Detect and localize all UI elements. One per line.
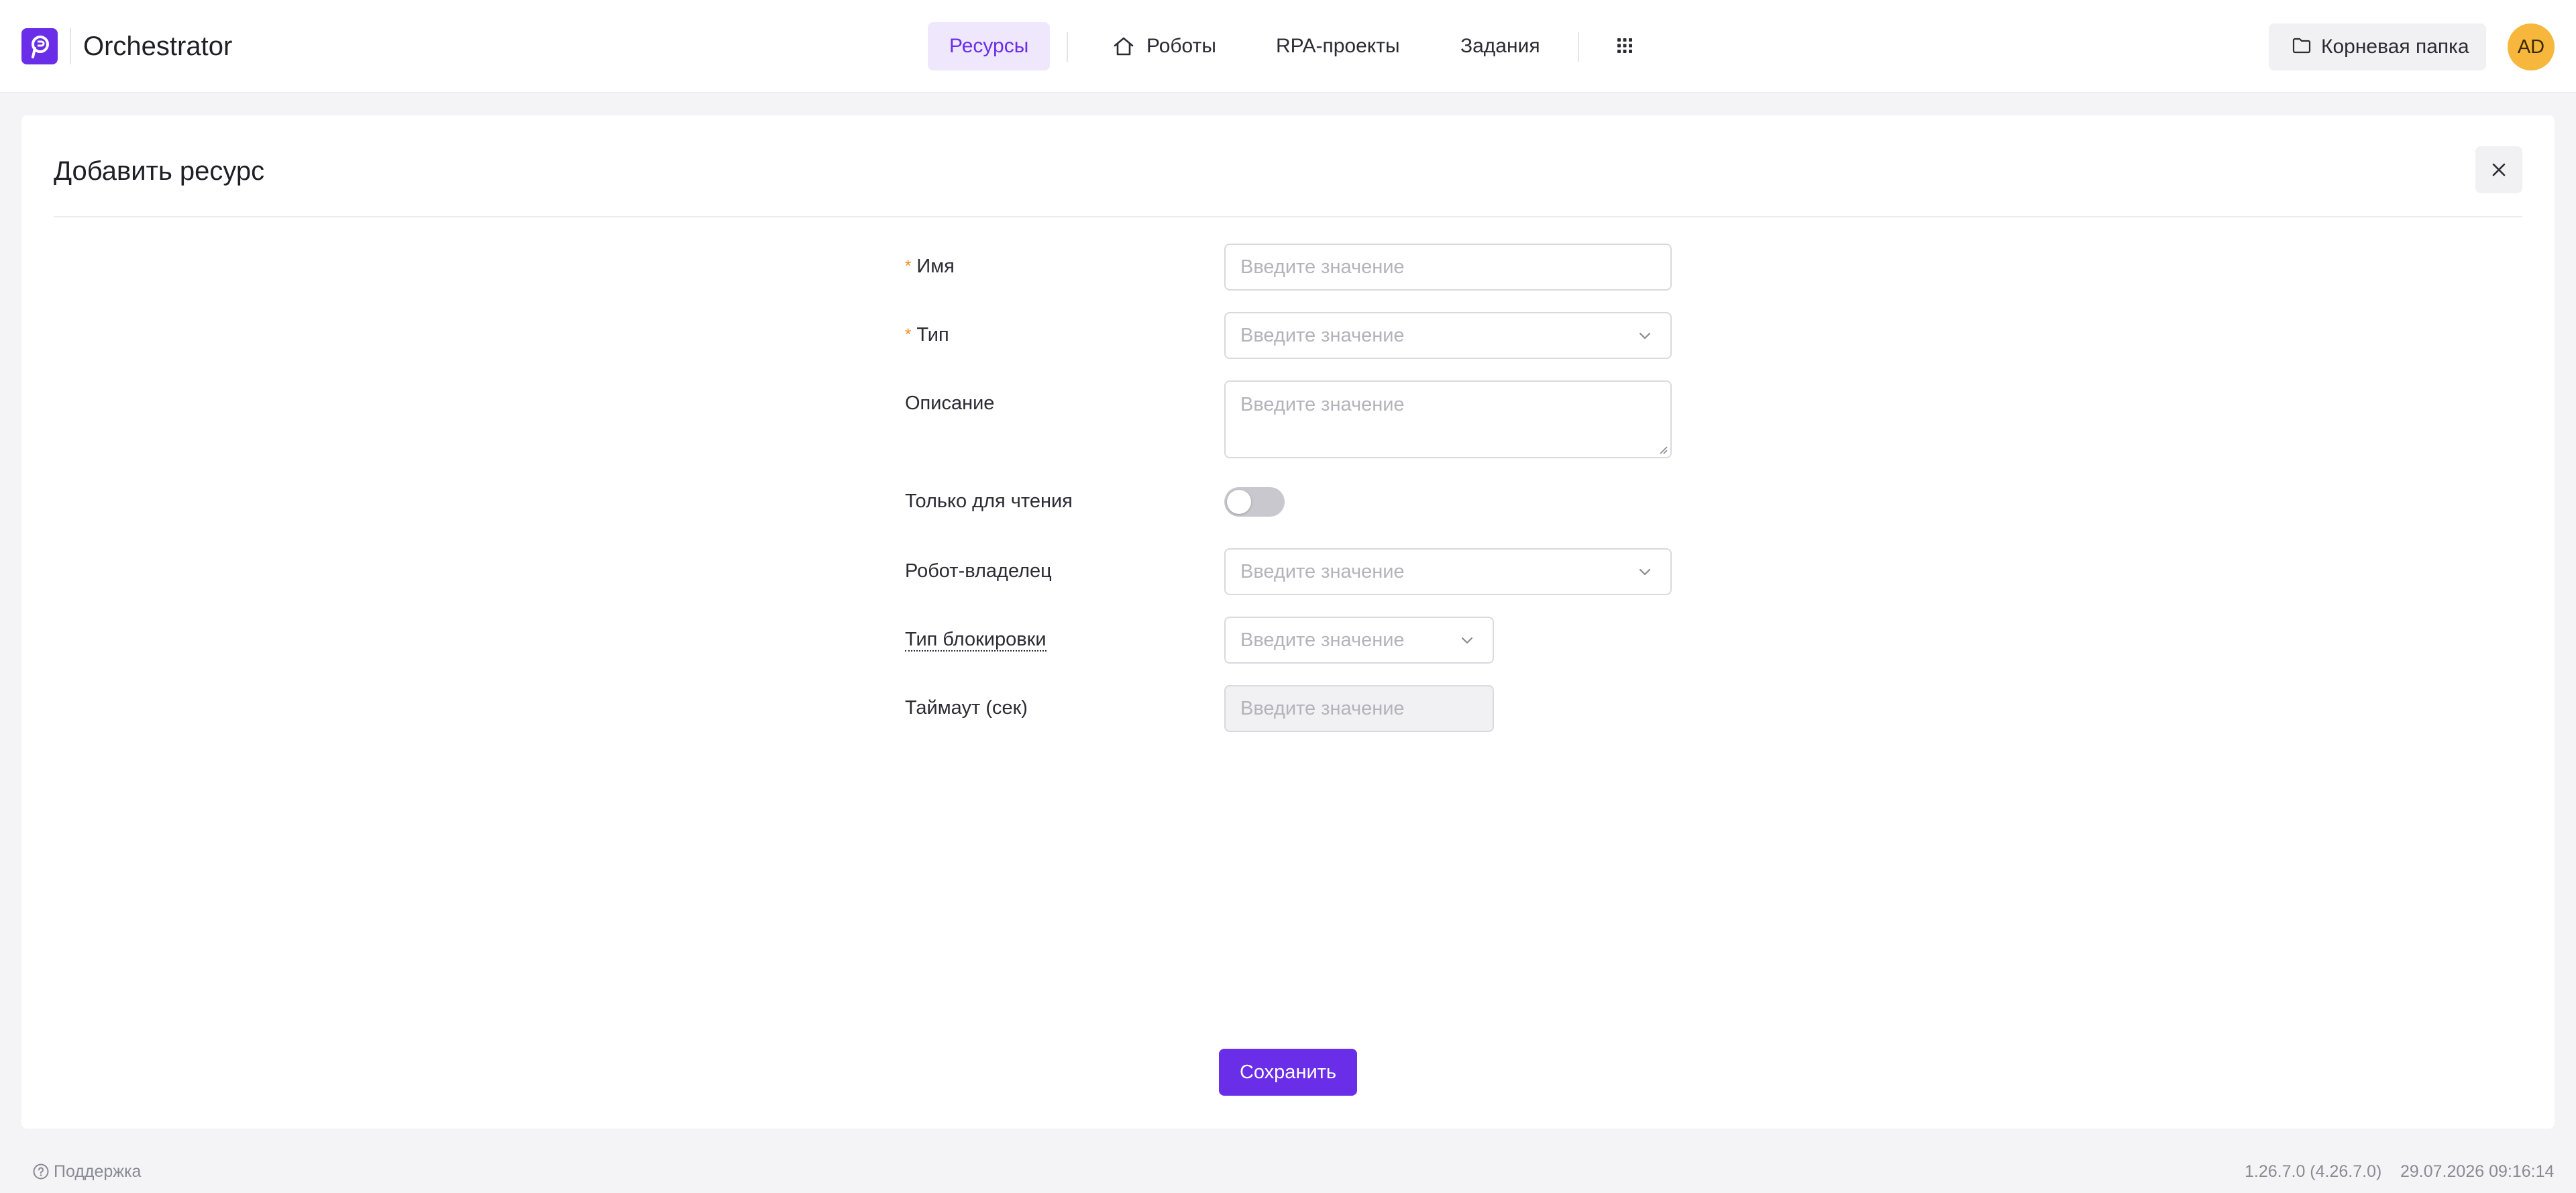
resize-handle-icon[interactable] bbox=[1658, 445, 1668, 454]
footer-datetime: 29.07.2026 09:16:14 bbox=[2400, 1162, 2555, 1181]
chevron-down-icon bbox=[1461, 637, 1473, 644]
timeout-label: Таймаут (сек) bbox=[905, 697, 1028, 719]
timeout-field[interactable] bbox=[1224, 685, 1494, 732]
lock-type-label: Тип блокировки bbox=[905, 629, 1046, 652]
close-button[interactable] bbox=[2475, 146, 2522, 193]
nav-item-resources[interactable]: Ресурсы bbox=[928, 22, 1051, 70]
save-button[interactable]: Сохранить bbox=[1219, 1049, 1357, 1096]
top-header: Orchestrator Ресурсы Роботы RPA-проекты … bbox=[0, 0, 2576, 93]
help-icon bbox=[33, 1163, 49, 1180]
name-input[interactable] bbox=[1226, 245, 1670, 289]
folder-icon bbox=[2292, 38, 2311, 54]
app-logo-icon[interactable] bbox=[21, 28, 58, 64]
nav-divider bbox=[1067, 32, 1068, 62]
page-title: Добавить ресурс bbox=[54, 156, 265, 186]
timeout-input[interactable] bbox=[1226, 686, 1493, 731]
add-resource-panel: Добавить ресурс *Имя *Тип Описание Тольк… bbox=[21, 115, 2555, 1129]
support-label: Поддержка bbox=[54, 1162, 142, 1181]
nav-item-robots[interactable]: Роботы bbox=[1125, 22, 1238, 70]
root-folder-button[interactable]: Корневая папка bbox=[2269, 23, 2486, 70]
toggle-knob bbox=[1227, 490, 1251, 514]
app-version: 1.26.7.0 (4.26.7.0) bbox=[2245, 1162, 2382, 1181]
description-textarea[interactable] bbox=[1226, 382, 1670, 457]
type-select-input[interactable] bbox=[1226, 313, 1670, 358]
description-label: Описание bbox=[905, 393, 995, 414]
owner-robot-label: Робот-владелец bbox=[905, 560, 1052, 582]
lock-type-select[interactable] bbox=[1224, 617, 1494, 664]
description-field[interactable] bbox=[1224, 380, 1672, 458]
required-marker: * bbox=[905, 325, 912, 344]
title-divider bbox=[54, 216, 2522, 217]
close-icon bbox=[2492, 163, 2506, 176]
owner-robot-select[interactable] bbox=[1224, 548, 1672, 595]
chevron-down-icon bbox=[1639, 568, 1651, 576]
nav-divider bbox=[1578, 32, 1579, 62]
logo-divider bbox=[70, 28, 71, 64]
type-select[interactable] bbox=[1224, 312, 1672, 359]
apps-grid-icon[interactable] bbox=[1615, 36, 1634, 55]
chevron-down-icon bbox=[1639, 332, 1651, 340]
type-label: * Тип bbox=[905, 324, 949, 346]
owner-robot-select-input[interactable] bbox=[1226, 550, 1670, 594]
name-field[interactable] bbox=[1224, 244, 1672, 291]
name-label: * Имя bbox=[905, 256, 955, 277]
nav-item-tasks[interactable]: Задания bbox=[1439, 22, 1562, 70]
app-title: Orchestrator bbox=[83, 32, 233, 61]
user-avatar[interactable]: AD bbox=[2508, 23, 2555, 70]
required-marker: * bbox=[905, 257, 912, 275]
nav-item-rpa-projects[interactable]: RPA-проекты bbox=[1254, 22, 1421, 70]
readonly-toggle[interactable] bbox=[1224, 487, 1285, 517]
lock-type-select-input[interactable] bbox=[1226, 618, 1493, 662]
root-folder-label: Корневая папка bbox=[2321, 36, 2469, 58]
readonly-label: Только для чтения bbox=[905, 490, 1073, 512]
